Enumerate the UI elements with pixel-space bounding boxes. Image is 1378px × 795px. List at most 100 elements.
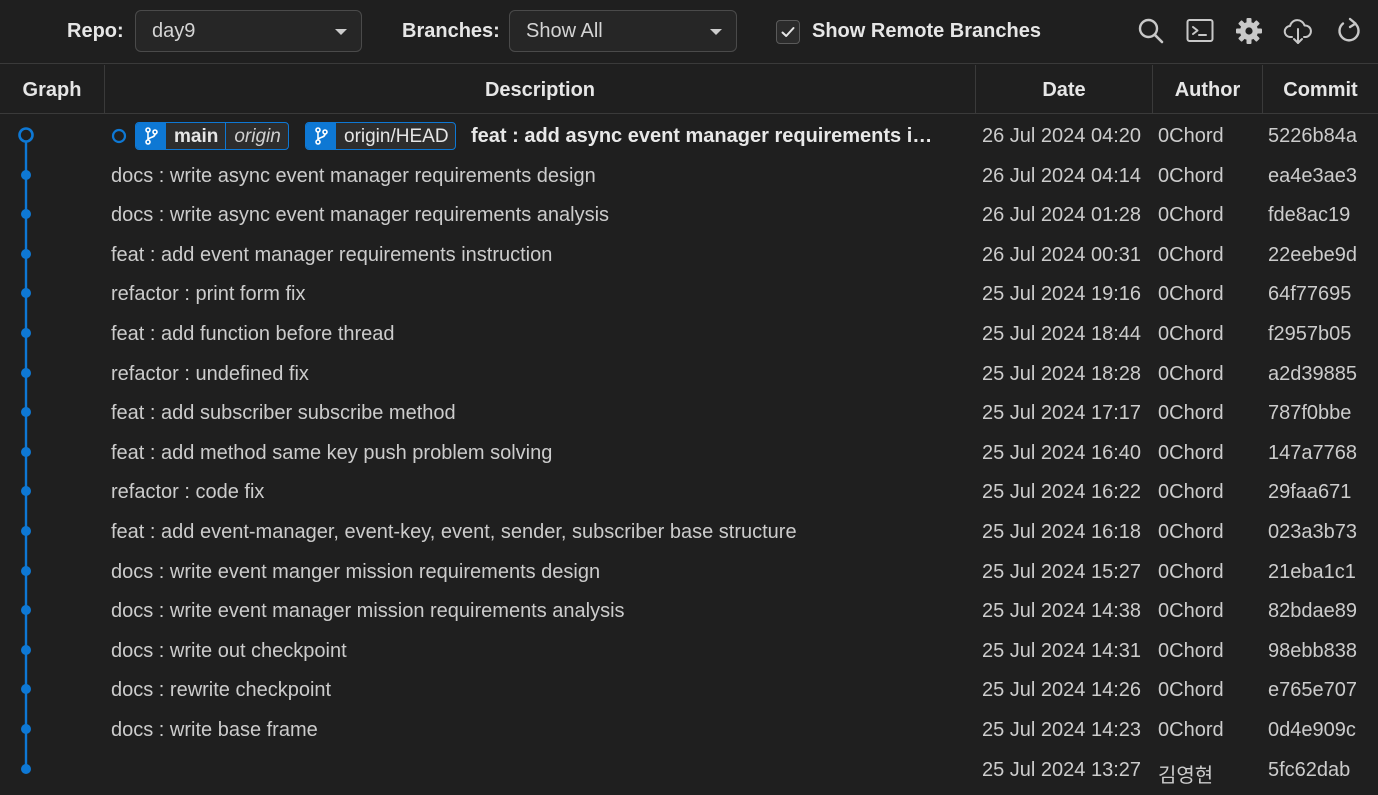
branch-remote: origin: [225, 123, 287, 149]
search-icon[interactable]: [1136, 16, 1166, 46]
table-row[interactable]: feat : add subscriber subscribe method 25…: [0, 393, 1378, 433]
commit-description: feat : add event manager requirements in…: [111, 244, 553, 266]
chevron-down-icon: [335, 29, 347, 35]
commit-author: 0Chord: [1158, 600, 1224, 622]
commit-hash: 29faa671: [1268, 481, 1352, 503]
table-row[interactable]: docs : write out checkpoint 25 Jul 2024 1…: [0, 631, 1378, 671]
branch-name: main: [174, 126, 219, 147]
commit-description: feat : add method same key push problem …: [111, 442, 553, 464]
commit-date: 25 Jul 2024 14:26: [982, 679, 1142, 701]
table-row[interactable]: docs : write event manager mission requi…: [0, 591, 1378, 631]
repo-label: Repo:: [67, 20, 124, 42]
gear-icon[interactable]: [1234, 16, 1264, 46]
table-row[interactable]: feat : add event manager requirements in…: [0, 235, 1378, 275]
branch-badge-main[interactable]: main origin: [135, 122, 289, 150]
commit-description: docs : write base frame: [111, 719, 318, 741]
commit-description: feat : add async event manager requireme…: [471, 125, 933, 147]
repo-value: day9: [152, 20, 196, 42]
header-date[interactable]: Date: [976, 65, 1153, 114]
commit-author: 0Chord: [1158, 679, 1224, 701]
commit-description: feat : add subscriber subscribe method: [111, 402, 456, 424]
commit-description: refactor : print form fix: [111, 283, 306, 305]
repo-dropdown[interactable]: day9: [135, 10, 362, 52]
commit-date: 25 Jul 2024 14:31: [982, 640, 1142, 662]
table-row[interactable]: docs : write event manger mission requir…: [0, 552, 1378, 592]
commit-author: 0Chord: [1158, 521, 1224, 543]
show-remote-checkbox[interactable]: [776, 20, 800, 44]
branches-value: Show All: [526, 20, 603, 42]
commit-hash: e765e707: [1268, 679, 1357, 701]
branches-dropdown[interactable]: Show All: [509, 10, 737, 52]
table-row[interactable]: docs : write async event manager require…: [0, 195, 1378, 235]
commit-date: 25 Jul 2024 16:22: [982, 481, 1142, 503]
table-row[interactable]: 25 Jul 2024 13:27 김영현 5fc62dab: [0, 750, 1378, 790]
commit-author: 0Chord: [1158, 640, 1224, 662]
checkmark-icon: [781, 27, 795, 37]
commit-description: docs : write event manger mission requir…: [111, 561, 601, 583]
header-commit[interactable]: Commit: [1263, 65, 1378, 114]
commit-description: refactor : code fix: [111, 481, 265, 503]
commit-hash: fde8ac19: [1268, 204, 1351, 226]
commit-date: 25 Jul 2024 14:23: [982, 719, 1142, 741]
commit-description: docs : write async event manager require…: [111, 165, 596, 187]
table-row[interactable]: docs : write base frame 25 Jul 2024 14:23…: [0, 710, 1378, 750]
commit-date: 25 Jul 2024 18:44: [982, 323, 1142, 345]
commit-date: 25 Jul 2024 13:27: [982, 759, 1142, 781]
commit-date: 26 Jul 2024 04:14: [982, 165, 1142, 187]
table-row[interactable]: docs : write async event manager require…: [0, 156, 1378, 196]
commit-author: 0Chord: [1158, 125, 1224, 147]
uncommitted-node-icon: [111, 128, 127, 144]
table-row[interactable]: feat : add method same key push problem …: [0, 433, 1378, 473]
show-remote-label[interactable]: Show Remote Branches: [812, 20, 1041, 43]
commit-hash: 147a7768: [1268, 442, 1357, 464]
commit-date: 25 Jul 2024 16:40: [982, 442, 1142, 464]
header-graph[interactable]: Graph: [0, 65, 105, 114]
commit-author: 0Chord: [1158, 363, 1224, 385]
table-row[interactable]: feat : add event-manager, event-key, eve…: [0, 512, 1378, 552]
commit-hash: 5fc62dab: [1268, 759, 1351, 781]
commit-date: 26 Jul 2024 04:20: [982, 125, 1142, 147]
commit-author: 0Chord: [1158, 719, 1224, 741]
header-author[interactable]: Author: [1153, 65, 1263, 114]
commit-hash: 98ebb838: [1268, 640, 1357, 662]
commit-hash: 21eba1c1: [1268, 561, 1356, 583]
table-header: Graph Description Date Author Commit: [0, 65, 1378, 114]
commit-description: refactor : undefined fix: [111, 363, 309, 385]
commit-author: 김영현: [1158, 765, 1214, 787]
commit-date: 26 Jul 2024 01:28: [982, 204, 1142, 226]
table-row[interactable]: refactor : undefined fix 25 Jul 2024 18:2…: [0, 354, 1378, 394]
toolbar: Repo: day9 Branches: Show All Show Remot…: [0, 0, 1378, 64]
commit-author: 0Chord: [1158, 244, 1224, 266]
branch-badge-origin-head[interactable]: origin/HEAD: [305, 122, 456, 150]
commit-author: 0Chord: [1158, 561, 1224, 583]
branch-name: origin/HEAD: [344, 126, 449, 147]
branch-icon: [136, 123, 166, 149]
commit-hash: a2d39885: [1268, 363, 1357, 385]
commit-hash: 023a3b73: [1268, 521, 1357, 543]
table-row[interactable]: refactor : code fix 25 Jul 2024 16:22 0Cho…: [0, 472, 1378, 512]
header-description[interactable]: Description: [105, 65, 976, 114]
commit-author: 0Chord: [1158, 442, 1224, 464]
commit-hash: f2957b05: [1268, 323, 1352, 345]
commit-hash: 64f77695: [1268, 283, 1352, 305]
commit-date: 25 Jul 2024 16:18: [982, 521, 1142, 543]
cloud-download-icon[interactable]: [1283, 16, 1313, 46]
table-row[interactable]: feat : add function before thread 25 Jul …: [0, 314, 1378, 354]
commit-date: 25 Jul 2024 17:17: [982, 402, 1142, 424]
commit-description: feat : add event-manager, event-key, eve…: [111, 521, 797, 543]
commit-date: 26 Jul 2024 00:31: [982, 244, 1142, 266]
table-row[interactable]: refactor : print form fix 25 Jul 2024 19:…: [0, 274, 1378, 314]
commit-description: docs : rewrite checkpoint: [111, 679, 332, 701]
commit-description: docs : write out checkpoint: [111, 640, 347, 662]
commit-date: 25 Jul 2024 19:16: [982, 283, 1142, 305]
commit-date: 25 Jul 2024 18:28: [982, 363, 1142, 385]
commit-author: 0Chord: [1158, 402, 1224, 424]
refresh-icon[interactable]: [1334, 16, 1364, 46]
commit-author: 0Chord: [1158, 283, 1224, 305]
chevron-down-icon: [710, 29, 722, 35]
table-row[interactable]: docs : rewrite checkpoint 25 Jul 2024 14:…: [0, 670, 1378, 710]
table-row[interactable]: main origin origin/HEAD feat : add async…: [0, 116, 1378, 156]
commit-hash: 5226b84a: [1268, 125, 1357, 147]
branches-label: Branches:: [402, 20, 500, 42]
terminal-icon[interactable]: [1185, 16, 1215, 46]
